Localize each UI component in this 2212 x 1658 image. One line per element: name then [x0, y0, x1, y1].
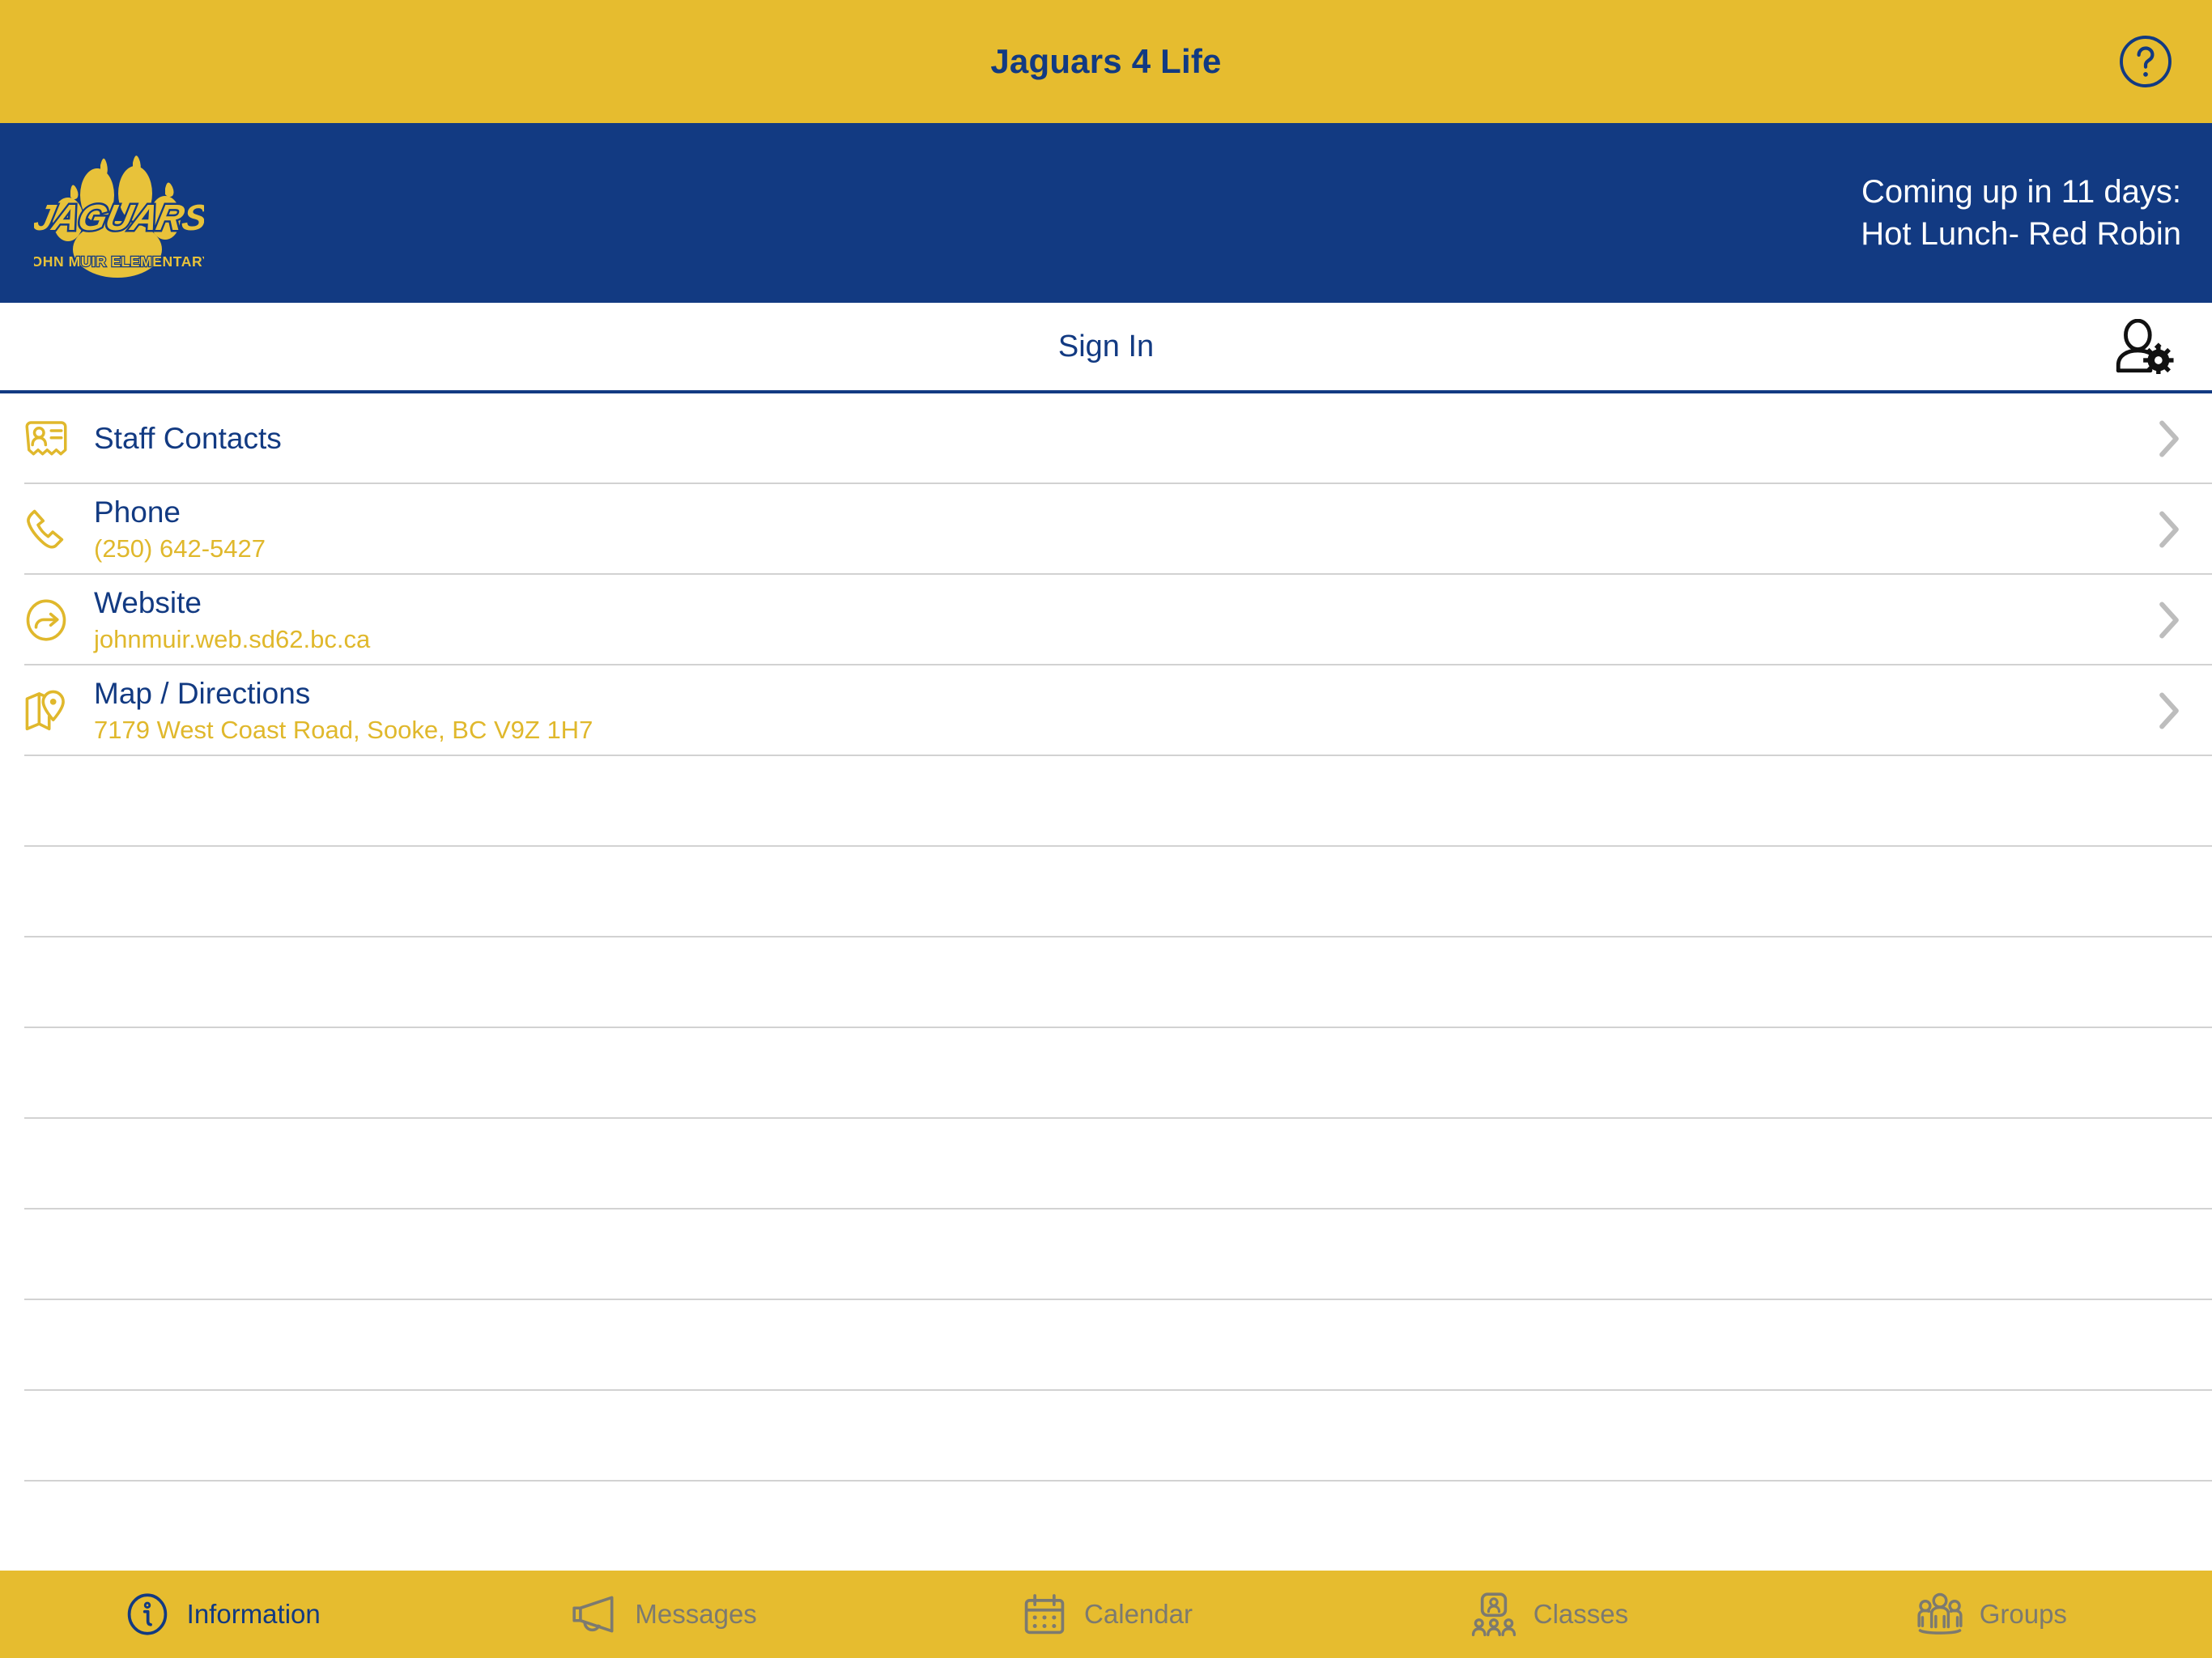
svg-text:JOHN MUIR ELEMENTARY: JOHN MUIR ELEMENTARY	[34, 253, 204, 270]
tab-messages[interactable]: Messages	[442, 1571, 884, 1658]
list-item-empty	[0, 1028, 2212, 1119]
tab-label: Groups	[1979, 1599, 2067, 1629]
contact-card-icon	[21, 414, 71, 464]
list-item-title: Phone	[94, 495, 181, 529]
list-item-empty	[0, 1391, 2212, 1482]
list-item-phone[interactable]: Phone (250) 642-5427	[0, 484, 2212, 575]
page-title: Jaguars 4 Life	[990, 42, 1222, 80]
user-settings-icon	[2116, 319, 2174, 374]
chevron-right-icon	[2159, 692, 2179, 729]
list-item-empty	[0, 1209, 2212, 1300]
classes-icon	[1469, 1589, 1519, 1639]
list-item-empty	[0, 847, 2212, 937]
coming-up-notice: Coming up in 11 days: Hot Lunch- Red Rob…	[1861, 171, 2186, 255]
list-item-empty	[0, 756, 2212, 847]
sign-in-button[interactable]: Sign In	[1058, 329, 1154, 364]
calendar-icon	[1019, 1589, 1070, 1639]
jaguar-paw-logo-icon: JAGUARS JOHN MUIR ELEMENTARY	[22, 155, 213, 278]
title-bar: Jaguars 4 Life	[0, 0, 2212, 123]
list-item-subtitle: 7179 West Coast Road, Sooke, BC V9Z 1H7	[94, 716, 593, 745]
coming-up-line-1: Coming up in 11 days:	[1861, 174, 2181, 210]
list-item-empty	[0, 1482, 2212, 1571]
list-item-title: Map / Directions	[94, 676, 311, 710]
list-item-subtitle: johnmuir.web.sd62.bc.ca	[94, 625, 371, 654]
map-pin-icon	[21, 686, 71, 736]
chevron-right-icon	[2159, 420, 2179, 457]
info-circle-icon	[122, 1589, 172, 1639]
list-item-text: Staff Contacts	[94, 422, 282, 455]
list-item-text: Phone (250) 642-5427	[94, 495, 266, 564]
tab-information[interactable]: Information	[0, 1571, 442, 1658]
list-item-title: Website	[94, 585, 202, 619]
megaphone-icon	[570, 1589, 620, 1639]
svg-text:JAGUARS: JAGUARS	[34, 197, 204, 237]
tab-label: Information	[186, 1599, 321, 1629]
list-item-text: Map / Directions 7179 West Coast Road, S…	[94, 677, 593, 746]
tab-label: Messages	[635, 1599, 757, 1629]
chevron-right-icon	[2159, 511, 2179, 548]
app-root: Jaguars 4 Life JAGUARS OHN MUIR ELEMENTA…	[0, 0, 2212, 1658]
bottom-tab-bar: Information Messages Calendar Classes Gr…	[0, 1571, 2212, 1658]
list-item-empty	[0, 1119, 2212, 1209]
list-item-text: Website johnmuir.web.sd62.bc.ca	[94, 586, 370, 655]
help-button[interactable]	[2116, 32, 2175, 91]
list-item-staff-contacts[interactable]: Staff Contacts	[0, 393, 2212, 484]
list-item-empty	[0, 1300, 2212, 1391]
school-logo: JAGUARS JOHN MUIR ELEMENTARY	[22, 138, 213, 288]
chevron-right-icon	[2159, 602, 2179, 639]
phone-icon	[21, 504, 71, 555]
tab-calendar[interactable]: Calendar	[885, 1571, 1327, 1658]
coming-up-line-2: Hot Lunch- Red Robin	[1861, 216, 2181, 252]
tab-classes[interactable]: Classes	[1327, 1571, 1769, 1658]
list-item-title: Staff Contacts	[94, 422, 282, 456]
account-settings-button[interactable]	[2108, 317, 2176, 376]
tab-label: Calendar	[1084, 1599, 1193, 1629]
information-list: Staff Contacts Phone (250) 642-5427 Webs…	[0, 393, 2212, 1571]
sign-in-bar: Sign In	[0, 303, 2212, 393]
external-link-icon	[21, 595, 71, 645]
groups-icon	[1915, 1589, 1965, 1639]
list-item-empty	[0, 937, 2212, 1028]
tab-groups[interactable]: Groups	[1770, 1571, 2212, 1658]
question-circle-icon	[2120, 36, 2172, 87]
tab-label: Classes	[1533, 1599, 1629, 1629]
school-banner: JAGUARS JOHN MUIR ELEMENTARY Coming up i…	[0, 123, 2212, 303]
list-item-subtitle: (250) 642-5427	[94, 534, 266, 563]
list-item-website[interactable]: Website johnmuir.web.sd62.bc.ca	[0, 575, 2212, 665]
list-item-map-directions[interactable]: Map / Directions 7179 West Coast Road, S…	[0, 665, 2212, 756]
